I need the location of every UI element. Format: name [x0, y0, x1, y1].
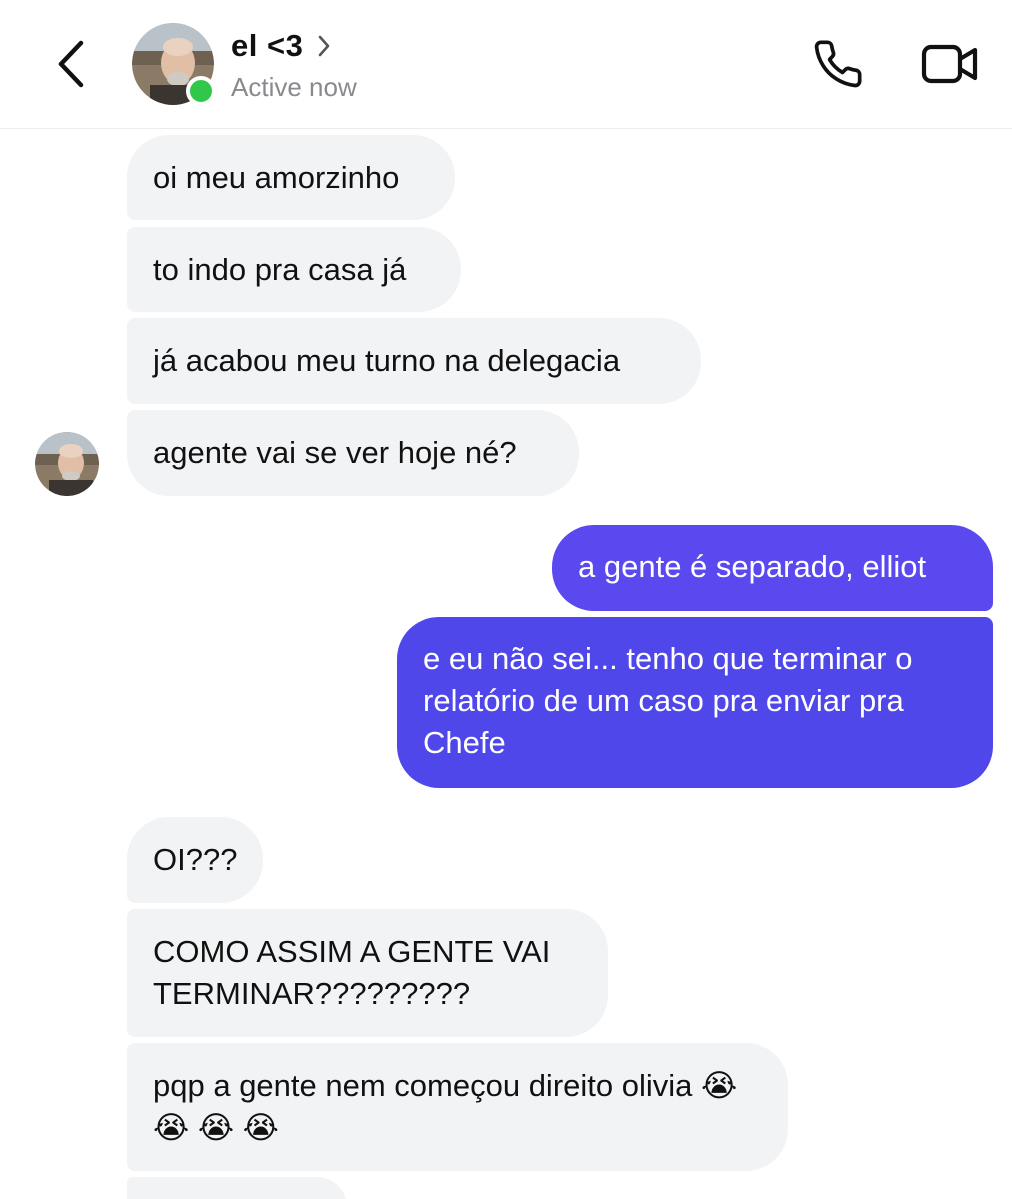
- back-button[interactable]: [48, 38, 92, 94]
- chevron-right-icon: [317, 34, 331, 58]
- message-bubble-outgoing[interactable]: e eu não sei... tenho que terminar o rel…: [397, 617, 993, 788]
- sender-avatar[interactable]: [35, 432, 99, 496]
- message-bubble-incoming[interactable]: to indo pra casa já: [127, 227, 461, 312]
- message-bubble-incoming[interactable]: já acabou meu turno na delegacia: [127, 318, 701, 404]
- chevron-left-icon: [55, 39, 85, 94]
- chat-header: el <3 Active now: [0, 0, 1012, 129]
- online-indicator: [186, 76, 216, 106]
- contact-info-button[interactable]: el <3: [231, 28, 331, 64]
- message-bubble-incoming[interactable]: pqp a gente nem começou direito olivia 😭…: [127, 1043, 788, 1171]
- message-bubble-incoming[interactable]: agente vai se ver hoje né?: [127, 410, 579, 496]
- message-bubble-incoming[interactable]: OI???: [127, 817, 263, 903]
- video-call-button[interactable]: [918, 38, 982, 94]
- message-bubble-outgoing[interactable]: a gente é separado, elliot: [552, 525, 993, 611]
- contact-avatar[interactable]: [132, 23, 216, 106]
- active-status: Active now: [231, 72, 357, 102]
- contact-name: el <3: [231, 28, 304, 63]
- phone-icon: [812, 38, 864, 95]
- voice-call-button[interactable]: [808, 36, 868, 96]
- video-camera-icon: [921, 42, 979, 91]
- message-bubble-incoming[interactable]: COMO ASSIM A GENTE VAI TERMINAR?????????: [127, 909, 608, 1037]
- message-bubble-incoming-partial[interactable]: [127, 1177, 347, 1199]
- message-bubble-incoming[interactable]: oi meu amorzinho: [127, 135, 455, 220]
- chat-screen: el <3 Active now oi meu amorzinho to ind…: [0, 0, 1012, 1199]
